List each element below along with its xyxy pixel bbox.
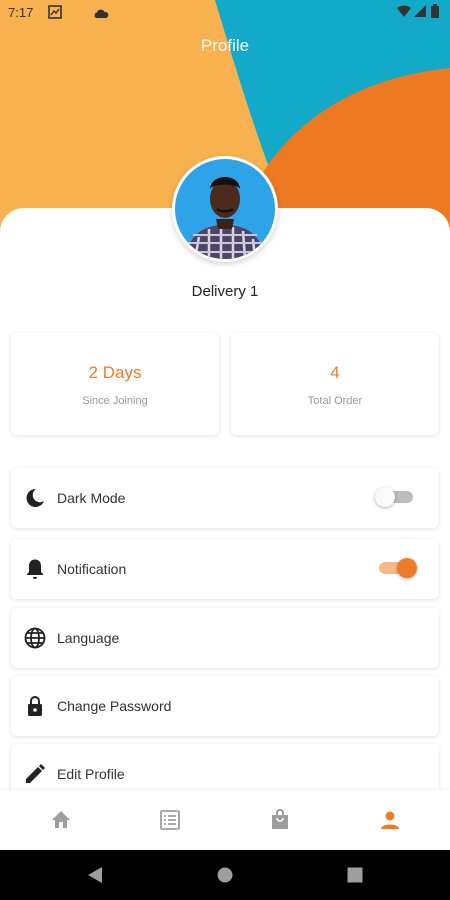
settings-row-dark-mode[interactable]: Dark Mode [11, 468, 439, 528]
settings-label: Notification [57, 561, 127, 577]
home-button-icon[interactable] [217, 867, 233, 888]
shopping-bag-icon[interactable] [268, 808, 292, 832]
recents-icon[interactable] [347, 867, 363, 888]
status-bar: 7:17 [0, 0, 450, 26]
settings-row-notification[interactable]: Notification [11, 539, 439, 599]
bell-icon [23, 557, 47, 581]
settings-label: Dark Mode [57, 490, 126, 506]
settings-label: Language [57, 630, 120, 646]
signal-icon [414, 5, 426, 20]
profile-icon[interactable] [378, 808, 402, 832]
stat-card-total-order: 4 Total Order [231, 333, 439, 435]
home-icon[interactable] [49, 808, 73, 832]
stat-card-since-joining: 2 Days Since Joining [11, 333, 219, 435]
settings-row-language[interactable]: Language [11, 608, 439, 668]
toggle-knob [397, 558, 417, 578]
battery-icon [431, 4, 439, 21]
settings-label: Change Password [57, 698, 172, 714]
dark-mode-toggle[interactable] [375, 487, 415, 507]
system-navigation-bar [0, 850, 450, 900]
avatar[interactable] [172, 156, 278, 262]
settings-label: Edit Profile [57, 766, 125, 782]
orders-list-icon[interactable] [158, 808, 182, 832]
toggle-knob [375, 487, 395, 507]
cloud-icon [93, 7, 109, 22]
lock-icon [23, 694, 47, 718]
bottom-navigation [0, 790, 450, 850]
status-time: 7:17 [8, 5, 34, 20]
stat-value: 2 Days [88, 363, 142, 382]
page-title: Profile [200, 36, 250, 55]
stat-label: Since Joining [82, 395, 148, 407]
profile-name: Delivery 1 [191, 283, 259, 300]
photo-icon [48, 5, 62, 22]
notification-toggle[interactable] [379, 558, 417, 578]
settings-row-change-password[interactable]: Change Password [11, 676, 439, 736]
moon-icon [23, 486, 47, 510]
stat-label: Total Order [307, 395, 363, 407]
globe-icon [23, 626, 47, 650]
pencil-icon [23, 762, 47, 786]
wifi-icon [397, 5, 411, 20]
stat-value: 4 [330, 363, 340, 382]
back-icon[interactable] [86, 865, 104, 890]
